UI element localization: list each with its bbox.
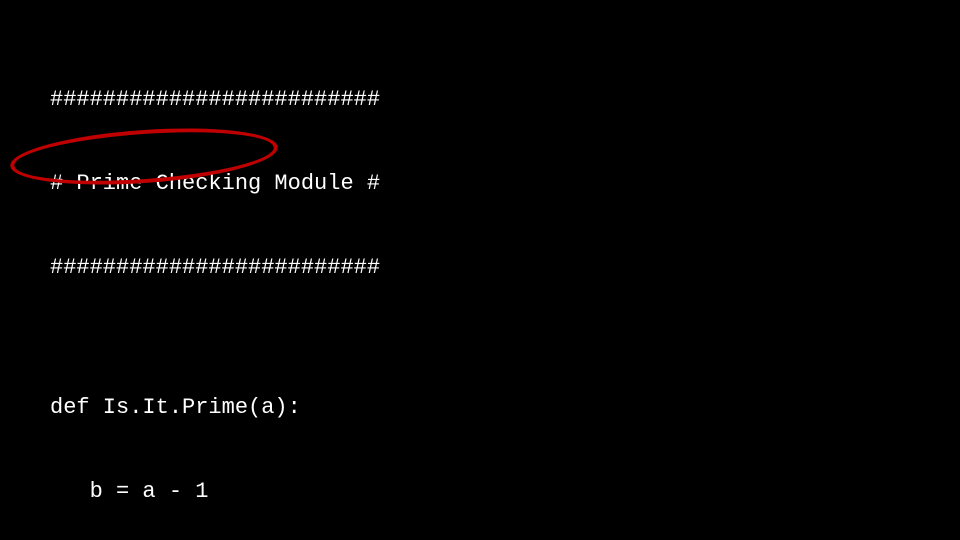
code-line: ######################### [50, 86, 406, 114]
code-block: ######################### # Prime Checki… [50, 30, 406, 540]
code-line: # Prime Checking Module # [50, 170, 406, 198]
code-line: b = a - 1 [50, 478, 406, 506]
code-line: ######################### [50, 254, 406, 282]
slide-root: ######################### # Prime Checki… [0, 0, 960, 540]
code-line: def Is.It.Prime(a): [50, 394, 406, 422]
